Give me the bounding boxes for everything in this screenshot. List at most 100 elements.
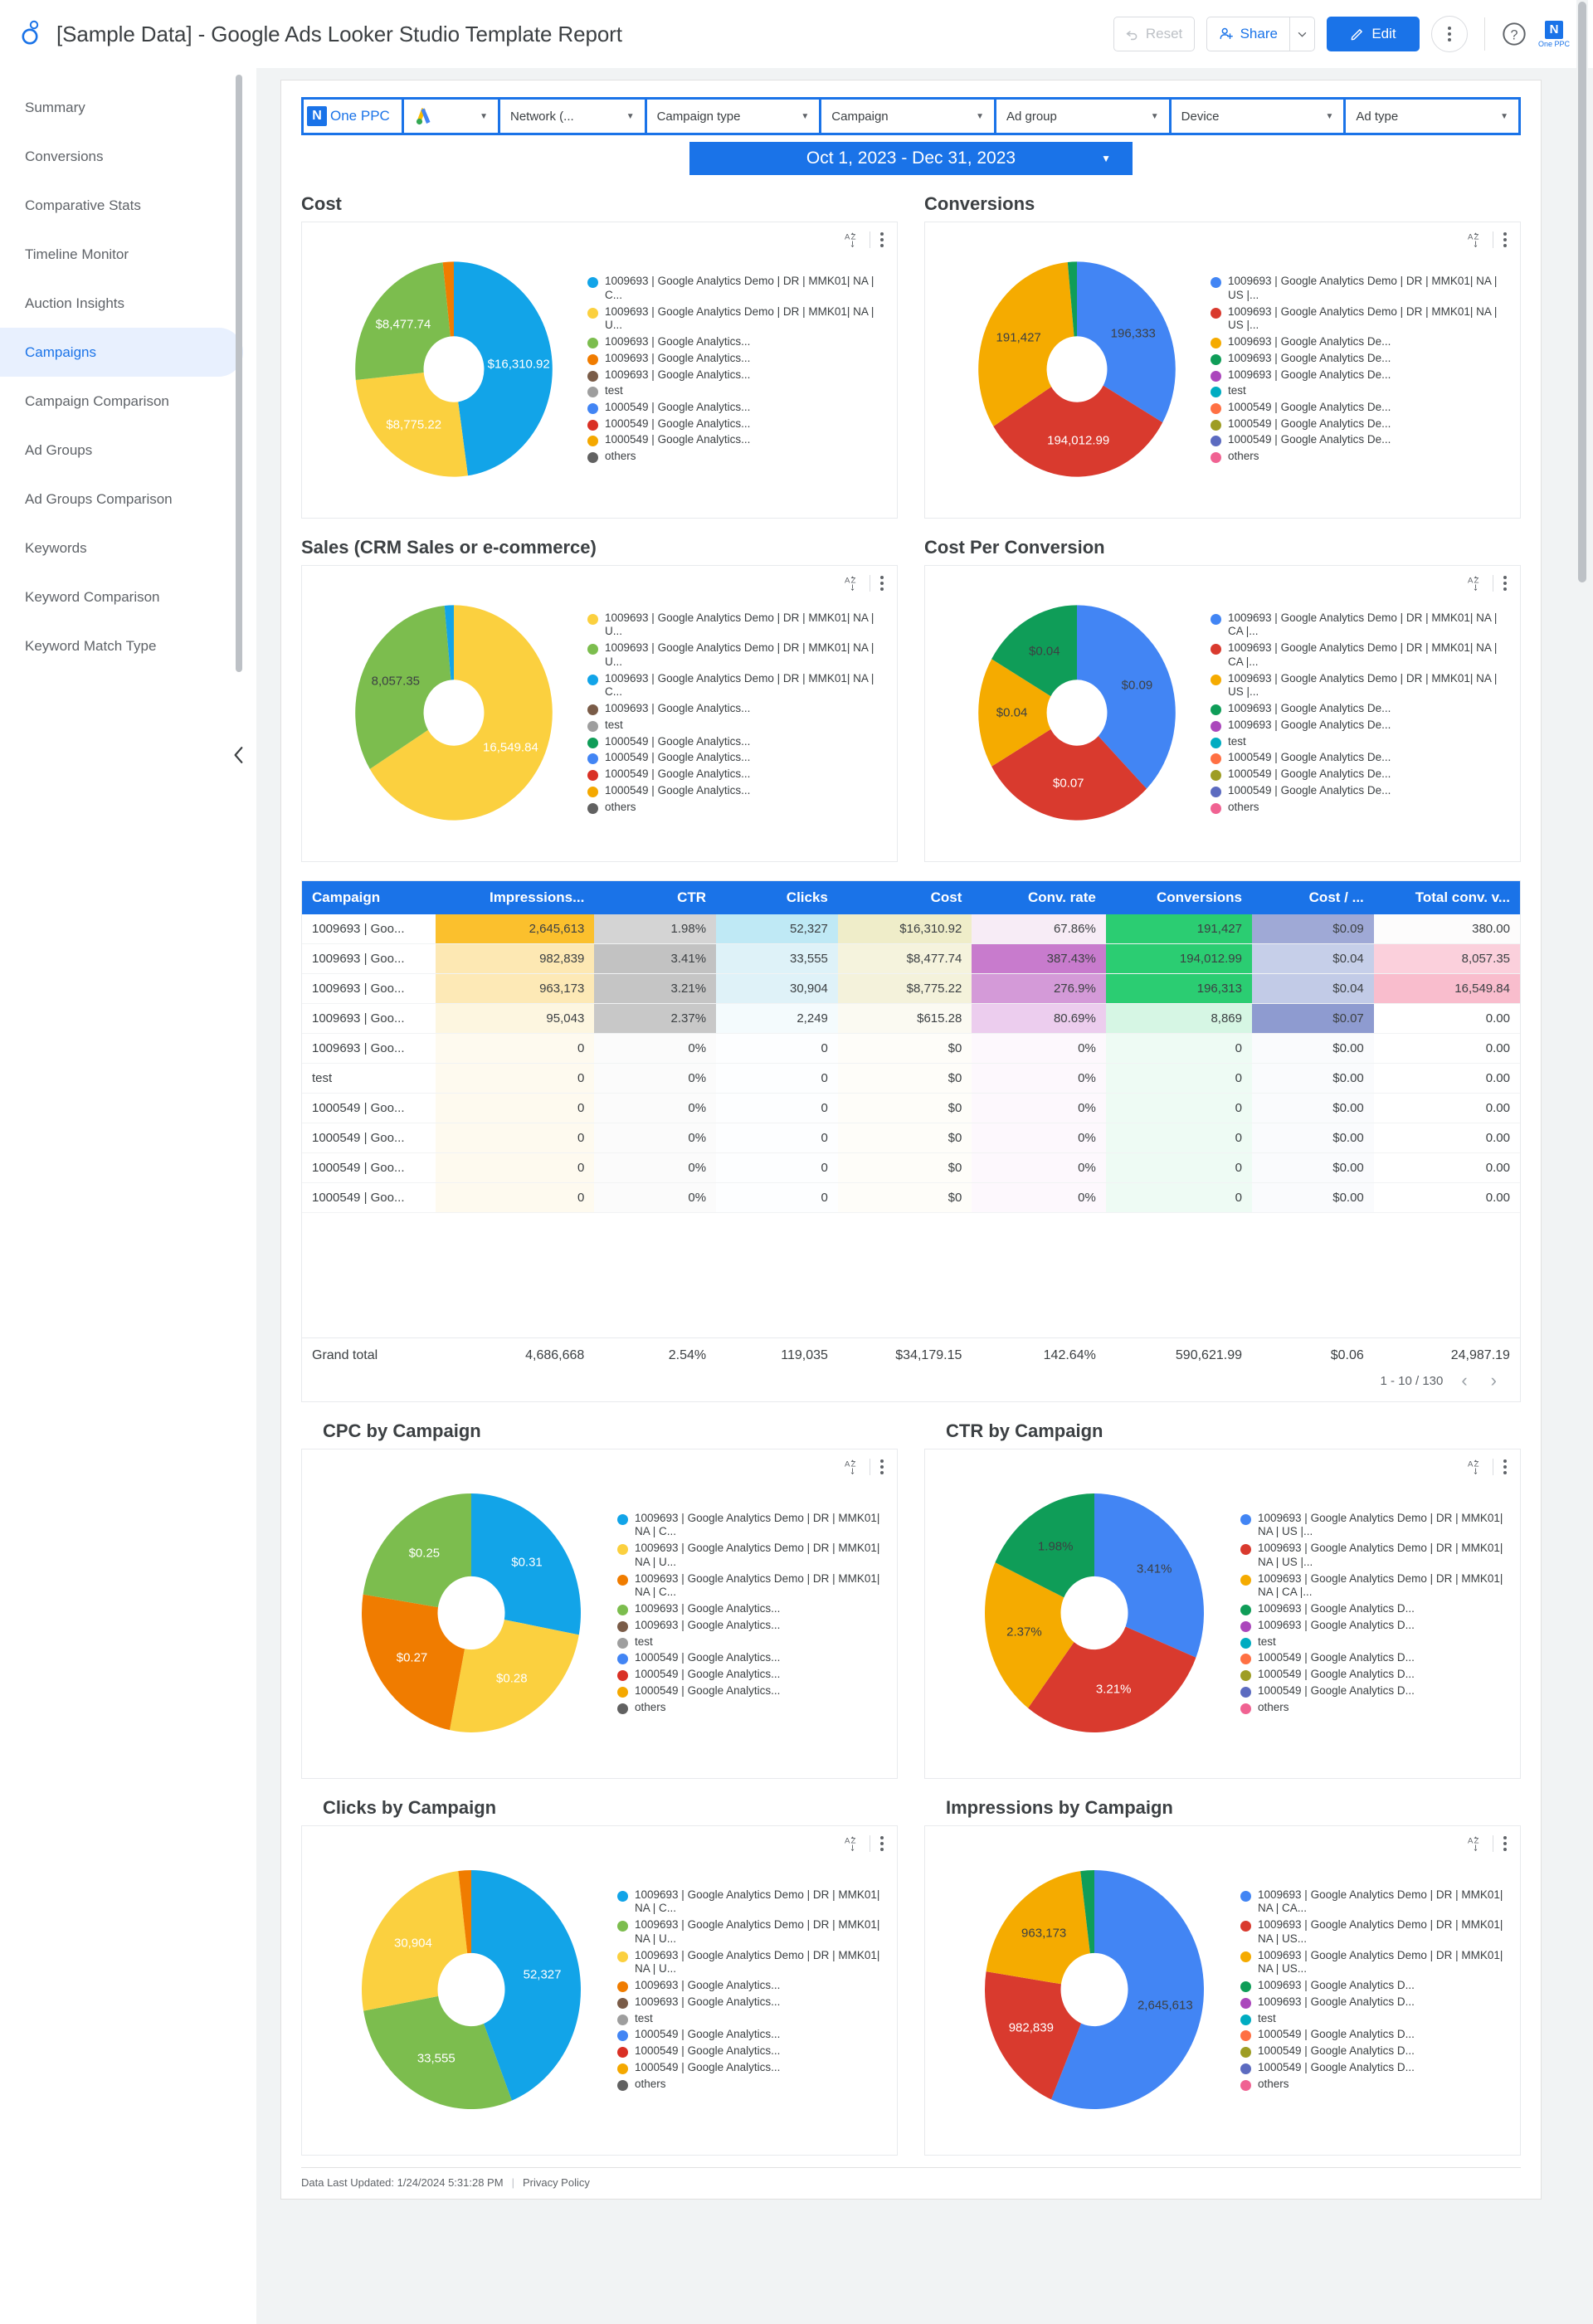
legend-item[interactable]: 1009693 | Google Analytics Demo | DR | M… <box>617 1542 887 1569</box>
sidebar-item-keyword-comparison[interactable]: Keyword Comparison <box>0 572 243 621</box>
table-row[interactable]: test 0 0% 0 $0 0% 0 $0.00 0.00 <box>302 1063 1520 1094</box>
legend-item[interactable]: 1009693 | Google Analytics Demo | DR | M… <box>587 641 887 669</box>
previous-page-button[interactable]: ‹ <box>1456 1372 1472 1390</box>
chart-more-options-button[interactable] <box>879 1834 885 1853</box>
sort-az-icon[interactable]: A Z <box>1467 231 1484 249</box>
legend-item[interactable]: test <box>1211 384 1510 398</box>
legend-item[interactable]: 1000549 | Google Analytics... <box>587 767 887 782</box>
sidebar-item-keyword-match-type[interactable]: Keyword Match Type <box>0 621 243 670</box>
legend-item[interactable]: 1009693 | Google Analytics De... <box>1211 368 1510 382</box>
table-column-header[interactable]: CTR <box>594 881 717 914</box>
legend-item[interactable]: 1009693 | Google Analytics D... <box>1240 1602 1510 1616</box>
table-column-header[interactable]: Conv. rate <box>972 881 1106 914</box>
table-column-header[interactable]: Campaign <box>302 881 436 914</box>
sort-az-icon[interactable]: A Z <box>1467 1835 1484 1853</box>
filter-ad-type-selector[interactable]: Ad type ▼ <box>1346 100 1519 133</box>
donut-chart-clicks_by_campaign[interactable]: 52,327 33,555 30,904 <box>347 1865 596 2114</box>
sidebar-item-timeline-monitor[interactable]: Timeline Monitor <box>0 230 243 279</box>
legend-item[interactable]: 1009693 | Google Analytics... <box>587 335 887 349</box>
legend-item[interactable]: 1009693 | Google Analytics Demo | DR | M… <box>587 672 887 699</box>
table-row[interactable]: 1009693 | Goo... 0 0% 0 $0 0% 0 $0.00 0.00 <box>302 1033 1520 1064</box>
legend-item[interactable]: 1009693 | Google Analytics Demo | DR | M… <box>617 1888 887 1916</box>
legend-item[interactable]: 1009693 | Google Analytics Demo | DR | M… <box>1211 305 1510 333</box>
legend-item[interactable]: 1009693 | Google Analytics... <box>617 1995 887 2010</box>
table-column-header[interactable]: Conversions <box>1105 881 1252 914</box>
sort-az-icon[interactable]: A Z <box>844 1459 861 1476</box>
legend-item[interactable]: test <box>1240 2012 1510 2026</box>
filter-device-selector[interactable]: Device ▼ <box>1171 100 1344 133</box>
filter-network--selector[interactable]: Network (... ▼ <box>500 100 645 133</box>
legend-item[interactable]: 1000549 | Google Analytics De... <box>1211 784 1510 798</box>
reset-button[interactable]: Reset <box>1113 17 1195 51</box>
donut-chart-conversions[interactable]: 196,333 194,012.99 191,427 <box>965 257 1189 481</box>
legend-item[interactable]: 1009693 | Google Analytics Demo | DR | M… <box>617 1572 887 1600</box>
page-scrollbar[interactable] <box>1576 0 1588 2324</box>
legend-item[interactable]: 1009693 | Google Analytics Demo | DR | M… <box>1211 672 1510 699</box>
legend-item[interactable]: test <box>1211 735 1510 749</box>
legend-item[interactable]: 1009693 | Google Analytics Demo | DR | M… <box>617 1512 887 1539</box>
legend-item[interactable]: 1000549 | Google Analytics D... <box>1240 2044 1510 2058</box>
legend-item[interactable]: 1009693 | Google Analytics Demo | DR | M… <box>1240 1572 1510 1600</box>
legend-item[interactable]: others <box>1211 801 1510 815</box>
legend-item[interactable]: 1000549 | Google Analytics De... <box>1211 751 1510 765</box>
legend-item[interactable]: 1009693 | Google Analytics Demo | DR | M… <box>1211 611 1510 639</box>
legend-item[interactable]: others <box>1240 1701 1510 1715</box>
table-row[interactable]: 1000549 | Goo... 0 0% 0 $0 0% 0 $0.00 0.00 <box>302 1093 1520 1123</box>
legend-item[interactable]: 1000549 | Google Analytics... <box>587 433 887 447</box>
legend-item[interactable]: 1009693 | Google Analytics Demo | DR | M… <box>1211 641 1510 669</box>
share-dropdown-button[interactable] <box>1289 17 1314 51</box>
oneppc-brand-logo[interactable]: N One PPC <box>1538 20 1570 48</box>
legend-item[interactable]: 1000549 | Google Analytics D... <box>1240 1668 1510 1682</box>
sort-az-icon[interactable]: A Z <box>844 1835 861 1853</box>
date-range-selector[interactable]: Oct 1, 2023 - Dec 31, 2023 ▼ <box>689 142 1133 175</box>
legend-item[interactable]: others <box>617 2078 887 2092</box>
legend-item[interactable]: 1000549 | Google Analytics D... <box>1240 2028 1510 2042</box>
table-row[interactable]: 1000549 | Goo... 0 0% 0 $0 0% 0 $0.00 0.00 <box>302 1182 1520 1213</box>
legend-item[interactable]: 1009693 | Google Analytics D... <box>1240 1979 1510 1993</box>
legend-item[interactable]: test <box>587 719 887 733</box>
legend-item[interactable]: others <box>1211 450 1510 464</box>
chart-more-options-button[interactable] <box>879 1458 885 1476</box>
table-column-header[interactable]: Impressions... <box>436 881 595 914</box>
legend-item[interactable]: 1000549 | Google Analytics De... <box>1211 417 1510 431</box>
table-row[interactable]: 1009693 | Goo... 963,173 3.21% 30,904 $8,775… <box>302 973 1520 1004</box>
filter-ad-group-selector[interactable]: Ad group ▼ <box>996 100 1169 133</box>
legend-item[interactable]: 1009693 | Google Analytics D... <box>1240 1619 1510 1633</box>
chart-more-options-button[interactable] <box>1502 1834 1508 1853</box>
donut-chart-impressions_by_campaign[interactable]: 2,645,613 982,839 963,173 <box>970 1865 1219 2114</box>
sort-az-icon[interactable]: A Z <box>1467 1459 1484 1476</box>
donut-chart-cost[interactable]: $16,310.92 $8,775.22 $8,477.74 <box>342 257 566 481</box>
filter-campaign-selector[interactable]: Campaign ▼ <box>821 100 994 133</box>
legend-item[interactable]: 1000549 | Google Analytics D... <box>1240 2061 1510 2075</box>
legend-item[interactable]: 1009693 | Google Analytics Demo | DR | M… <box>1211 275 1510 302</box>
legend-item[interactable]: test <box>587 384 887 398</box>
legend-item[interactable]: 1009693 | Google Analytics Demo | DR | M… <box>587 305 887 333</box>
table-column-header[interactable]: Cost / ... <box>1251 881 1374 914</box>
chart-more-options-button[interactable] <box>879 231 885 249</box>
sidebar-item-comparative-stats[interactable]: Comparative Stats <box>0 181 243 230</box>
legend-item[interactable]: 1009693 | Google Analytics Demo | DR | M… <box>1240 1918 1510 1946</box>
legend-item[interactable]: 1000549 | Google Analytics... <box>617 1668 887 1682</box>
legend-item[interactable]: 1009693 | Google Analytics De... <box>1211 719 1510 733</box>
table-row[interactable]: 1000549 | Goo... 0 0% 0 $0 0% 0 $0.00 0.00 <box>302 1123 1520 1153</box>
legend-item[interactable]: 1000549 | Google Analytics... <box>617 2061 887 2075</box>
sidebar-item-campaign-comparison[interactable]: Campaign Comparison <box>0 377 243 426</box>
chart-more-options-button[interactable] <box>1502 231 1508 249</box>
legend-item[interactable]: others <box>1240 2078 1510 2092</box>
legend-item[interactable]: others <box>587 450 887 464</box>
legend-item[interactable]: 1009693 | Google Analytics De... <box>1211 335 1510 349</box>
legend-item[interactable]: 1009693 | Google Analytics... <box>587 352 887 366</box>
table-column-header[interactable]: Clicks <box>716 881 838 914</box>
legend-item[interactable]: 1009693 | Google Analytics D... <box>1240 1995 1510 2010</box>
sidebar-item-keywords[interactable]: Keywords <box>0 524 243 572</box>
sidebar-item-conversions[interactable]: Conversions <box>0 132 243 181</box>
legend-item[interactable]: 1009693 | Google Analytics De... <box>1211 352 1510 366</box>
filter-brand-logo[interactable]: N One PPC <box>304 100 402 133</box>
legend-item[interactable]: 1009693 | Google Analytics Demo | DR | M… <box>587 611 887 639</box>
legend-item[interactable]: 1009693 | Google Analytics... <box>587 368 887 382</box>
donut-chart-ctr_by_campaign[interactable]: 3.41% 3.21% 2.37% 1.98% <box>970 1488 1219 1737</box>
sidebar-item-ad-groups-comparison[interactable]: Ad Groups Comparison <box>0 475 243 524</box>
next-page-button[interactable]: › <box>1486 1372 1502 1390</box>
legend-item[interactable]: others <box>617 1701 887 1715</box>
chart-more-options-button[interactable] <box>1502 1458 1508 1476</box>
